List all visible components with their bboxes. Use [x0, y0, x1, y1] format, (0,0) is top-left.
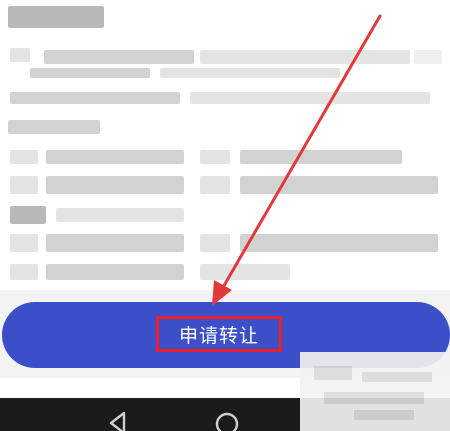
watermark [300, 352, 450, 431]
blurred-cell [200, 234, 230, 252]
blurred-cell [10, 206, 46, 224]
blurred-cell [10, 150, 38, 164]
blurred-text-line [30, 68, 150, 78]
blurred-cell [240, 150, 402, 164]
blurred-cell [56, 208, 184, 222]
blurred-cell [200, 264, 290, 280]
apply-transfer-label[interactable]: 申请转让 [156, 316, 282, 352]
apply-transfer-text: 申请转让 [178, 324, 259, 347]
blurred-text-line [44, 50, 194, 64]
blurred-cell [46, 264, 184, 280]
blurred-text-line [200, 50, 410, 64]
blurred-cell [46, 176, 184, 194]
blurred-cell [200, 176, 230, 194]
blurred-cell [46, 234, 184, 252]
blurred-content [0, 0, 450, 305]
blurred-text-line [8, 120, 100, 134]
home-icon[interactable] [213, 410, 241, 431]
blurred-cell [240, 234, 438, 252]
blurred-cell [10, 264, 38, 280]
blurred-cell [46, 150, 184, 164]
blurred-text-line [10, 92, 180, 104]
blurred-text-line [10, 48, 30, 62]
blurred-cell [240, 176, 438, 194]
blurred-title [8, 6, 104, 28]
blurred-text-line [160, 68, 340, 78]
blurred-cell [200, 150, 230, 164]
blurred-text-line [190, 92, 430, 104]
blurred-cell [10, 176, 38, 194]
blurred-text-line [414, 50, 442, 64]
blurred-cell [10, 234, 38, 252]
